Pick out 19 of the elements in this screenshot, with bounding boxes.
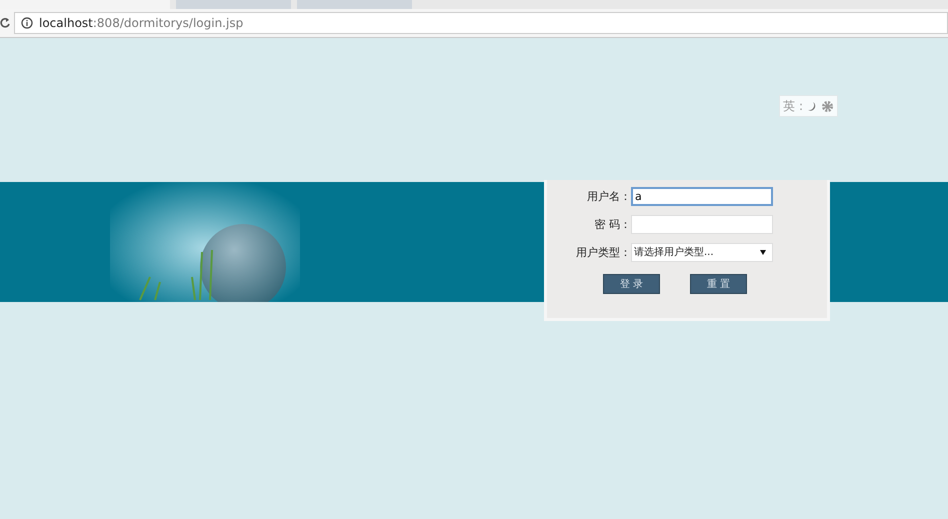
user-type-dropdown[interactable]: 请选择用户类型... [631, 242, 773, 262]
password-field[interactable] [631, 214, 773, 234]
form-button[interactable]: 登 录 [603, 274, 660, 294]
url-text: localhost:808/dormitorys/login.jsp [39, 16, 244, 30]
form-button[interactable]: 重 置 [690, 274, 747, 294]
field-label: 用户类型： [575, 244, 631, 260]
caret-icon [760, 250, 766, 254]
browser-tab[interactable] [297, 0, 412, 9]
info-icon [21, 17, 33, 29]
ime-mode-text: 英 [782, 98, 795, 114]
reload-icon[interactable] [0, 17, 10, 29]
address-bar[interactable]: localhost:808/dormitorys/login.jsp [14, 12, 948, 34]
moon-icon[interactable] [807, 100, 817, 112]
username-field[interactable]: a [631, 186, 773, 206]
field-label: 用户名： [586, 188, 631, 204]
settings-icon[interactable] [821, 100, 834, 112]
field-label: 密 码： [594, 216, 631, 232]
browser-tab[interactable] [176, 0, 291, 9]
ime-separator-text: : [798, 99, 803, 113]
